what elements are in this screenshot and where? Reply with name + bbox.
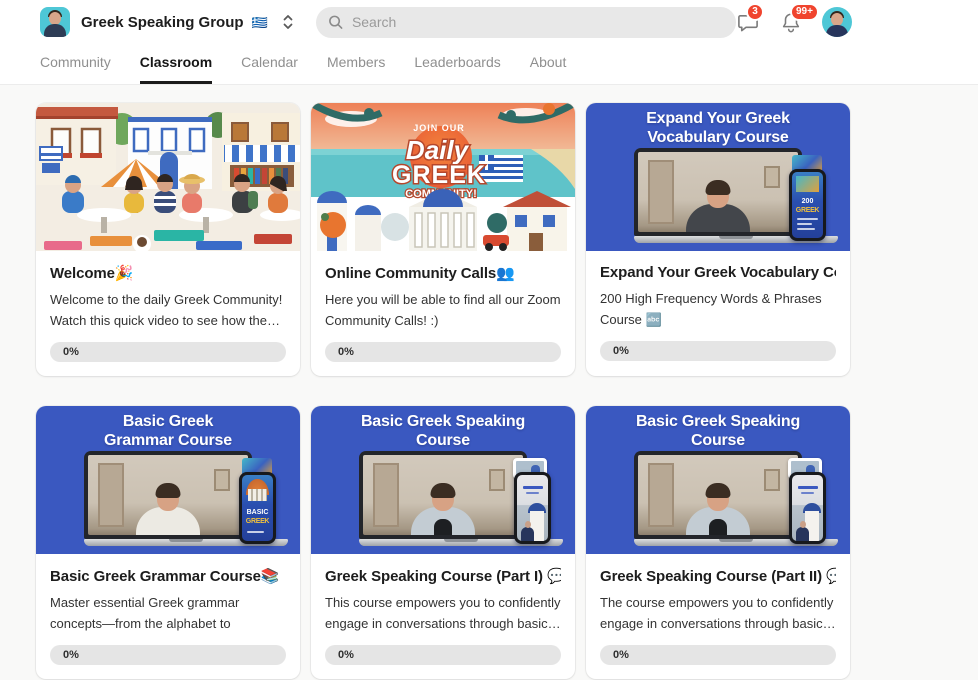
card-body: Greek Speaking Course (Part I) 💬 This co…	[311, 554, 575, 679]
nav-tabs: Community Classroom Calendar Members Lea…	[0, 44, 978, 85]
progress-bar: 0%	[50, 342, 286, 362]
thumbnail-title: Basic Greek Speaking Course	[586, 412, 850, 450]
phone-graphic: BASIC GREEK	[239, 472, 276, 544]
card-body: Online Community Calls👥 Here you will be…	[311, 251, 575, 376]
card-description: The course empowers you to confidently e…	[600, 592, 836, 634]
card-description: 200 High Frequency Words & Phrases Cours…	[600, 288, 836, 330]
course-card-welcome[interactable]: Welcome🎉 Welcome to the daily Greek Comm…	[36, 103, 300, 376]
card-description: This course empowers you to confidently …	[325, 592, 561, 634]
progress-label: 0%	[613, 345, 629, 357]
card-title: Greek Speaking Course (Part II) 💬	[600, 567, 836, 585]
tab-community[interactable]: Community	[40, 44, 111, 84]
svg-text:GREEK: GREEK	[392, 161, 486, 189]
tab-leaderboards[interactable]: Leaderboards	[414, 44, 500, 84]
card-body: Basic Greek Grammar Course📚 Master essen…	[36, 554, 300, 679]
user-avatar-body	[826, 25, 848, 37]
community-avatar[interactable]	[40, 7, 70, 37]
tab-calendar[interactable]: Calendar	[241, 44, 298, 84]
card-body: Expand Your Greek Vocabulary Co… 200 Hig…	[586, 251, 850, 375]
notifications-button[interactable]: 99+	[780, 11, 802, 34]
phone-graphic	[789, 472, 826, 544]
header-actions: 3 99+	[736, 7, 852, 37]
course-card-grammar[interactable]: Basic Greek Grammar Course BASIC GREEK	[36, 406, 300, 679]
progress-label: 0%	[63, 346, 79, 358]
notification-badge: 99+	[790, 3, 819, 21]
card-title: Basic Greek Grammar Course📚	[50, 567, 286, 585]
search-input[interactable]	[352, 14, 724, 30]
card-description: Welcome to the daily Greek Community! Wa…	[50, 289, 286, 331]
course-card-community-calls[interactable]: JOIN OUR Daily GREEK COMMUNITY!	[311, 103, 575, 376]
progress-bar: 0%	[50, 645, 286, 665]
progress-label: 0%	[63, 649, 79, 661]
tab-classroom[interactable]: Classroom	[140, 44, 212, 84]
search-bar[interactable]	[316, 7, 736, 38]
card-description: Master essential Greek grammar concepts—…	[50, 592, 286, 634]
laptop-graphic	[359, 451, 527, 546]
tab-members[interactable]: Members	[327, 44, 385, 84]
community-switcher-icon[interactable]	[282, 13, 294, 31]
card-body: Greek Speaking Course (Part II) 💬 The co…	[586, 554, 850, 679]
card-title: Greek Speaking Course (Part I) 💬	[325, 567, 561, 585]
svg-text:JOIN OUR: JOIN OUR	[413, 123, 465, 133]
speaking-1-thumbnail: Basic Greek Speaking Course	[311, 406, 575, 554]
progress-label: 0%	[338, 346, 354, 358]
community-calls-thumbnail-poster: JOIN OUR Daily GREEK COMMUNITY!	[311, 103, 575, 251]
greek-flag-emoji: 🇬🇷	[252, 15, 268, 30]
thumbnail-title: Basic Greek Speaking Course	[311, 412, 575, 450]
card-description: Here you will be able to find all our Zo…	[325, 289, 561, 331]
search-icon	[328, 14, 343, 30]
progress-bar: 0%	[600, 341, 836, 361]
laptop-graphic	[634, 451, 802, 546]
card-title: Expand Your Greek Vocabulary Co…	[600, 264, 836, 281]
course-card-vocabulary[interactable]: Expand Your Greek Vocabulary Course 200 …	[586, 103, 850, 376]
chat-button[interactable]: 3	[736, 11, 760, 34]
speaking-2-thumbnail: Basic Greek Speaking Course	[586, 406, 850, 554]
top-bar: Greek Speaking Group 🇬🇷 3 99+	[0, 0, 978, 44]
progress-label: 0%	[338, 649, 354, 661]
phone-graphic	[514, 472, 551, 544]
card-body: Welcome🎉 Welcome to the daily Greek Comm…	[36, 251, 300, 376]
course-card-speaking-2[interactable]: Basic Greek Speaking Course Gree	[586, 406, 850, 679]
tab-about[interactable]: About	[530, 44, 567, 84]
laptop-graphic	[634, 148, 802, 243]
card-title: Online Community Calls👥	[325, 264, 561, 282]
course-grid: Welcome🎉 Welcome to the daily Greek Comm…	[0, 85, 978, 680]
card-title: Welcome🎉	[50, 264, 286, 282]
user-avatar[interactable]	[822, 7, 852, 37]
avatar-body	[44, 24, 66, 37]
chat-badge: 3	[746, 3, 764, 21]
grammar-thumbnail: Basic Greek Grammar Course BASIC GREEK	[36, 406, 300, 554]
vocabulary-thumbnail: Expand Your Greek Vocabulary Course 200 …	[586, 103, 850, 251]
progress-label: 0%	[613, 649, 629, 661]
progress-bar: 0%	[325, 342, 561, 362]
welcome-thumbnail-illustration	[36, 103, 300, 251]
thumbnail-title: Expand Your Greek Vocabulary Course	[586, 109, 850, 147]
laptop-graphic	[84, 451, 252, 546]
progress-bar: 0%	[325, 645, 561, 665]
community-name[interactable]: Greek Speaking Group 🇬🇷	[81, 14, 268, 31]
thumbnail-title: Basic Greek Grammar Course	[36, 412, 300, 450]
community-name-label: Greek Speaking Group	[81, 14, 244, 31]
course-card-speaking-1[interactable]: Basic Greek Speaking Course Gree	[311, 406, 575, 679]
phone-graphic: 200 GREEK	[789, 169, 826, 241]
progress-bar: 0%	[600, 645, 836, 665]
